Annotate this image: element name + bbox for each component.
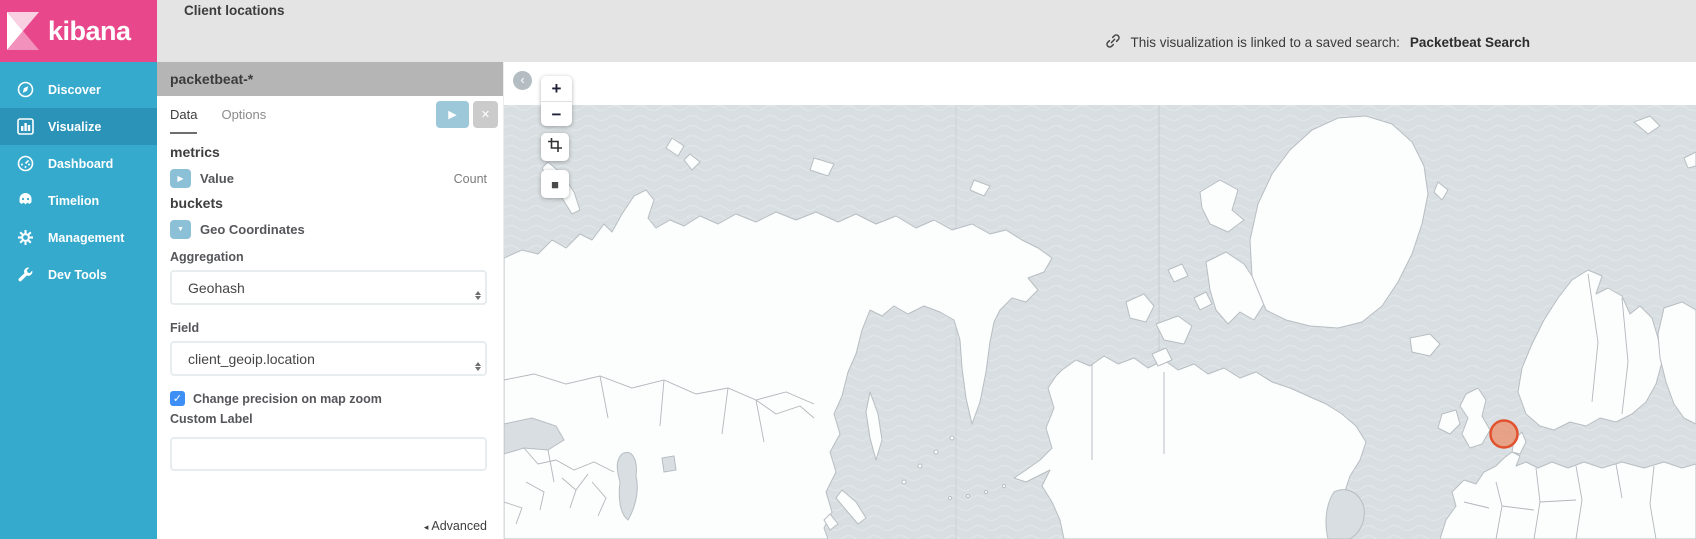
tab-data[interactable]: Data	[170, 96, 197, 134]
field-label: Field	[170, 321, 487, 335]
link-icon	[1105, 33, 1121, 52]
zoom-in-button[interactable]: +	[541, 76, 572, 101]
custom-label-label: Custom Label	[170, 412, 487, 426]
bucket-geo-row[interactable]: ▼ Geo Coordinates	[170, 216, 487, 243]
chevron-left-icon: ‹	[520, 72, 524, 87]
panel-tabs: Data Options ▶ ✕	[157, 96, 503, 134]
aggregation-select[interactable]: Geohash	[170, 270, 487, 305]
wrench-icon	[16, 266, 34, 284]
checkbox-checked-icon[interactable]: ✓	[170, 391, 185, 406]
zoom-out-button[interactable]: −	[541, 101, 572, 126]
play-icon: ▶	[448, 108, 456, 121]
vis-config-panel: packetbeat-* Data Options ▶ ✕ metrics ▶ …	[157, 62, 504, 539]
sidebar-item-timelion[interactable]: Timelion	[0, 182, 157, 219]
sidebar-item-dashboard[interactable]: Dashboard	[0, 145, 157, 182]
field-select[interactable]: client_geoip.location	[170, 341, 487, 376]
index-pattern-bar: packetbeat-*	[157, 62, 503, 96]
advanced-toggle[interactable]: ◂ Advanced	[170, 519, 487, 533]
linked-search-name: Packetbeat Search	[1410, 35, 1530, 50]
chevron-down-icon[interactable]: ▼	[170, 220, 191, 239]
discard-changes-button[interactable]: ✕	[473, 101, 498, 128]
zoom-control: + −	[541, 76, 572, 126]
metric-label: Value	[200, 171, 234, 186]
apply-changes-button[interactable]: ▶	[436, 101, 469, 128]
nav-list: Discover Visualize Dashboard Timelion Ma	[0, 62, 157, 293]
collapse-panel-button[interactable]: ‹	[513, 71, 532, 90]
kibana-logo-mark	[0, 0, 46, 62]
sidebar-item-label: Dev Tools	[48, 268, 107, 282]
precision-checkbox-row[interactable]: ✓ Change precision on map zoom	[170, 391, 487, 406]
kibana-logo[interactable]: kibana	[0, 0, 157, 62]
timelion-icon	[16, 192, 34, 210]
bar-chart-icon	[16, 118, 34, 136]
linked-search-notice: This visualization is linked to a saved …	[1105, 33, 1530, 52]
gear-icon	[16, 229, 34, 247]
field-select-value: client_geoip.location	[188, 351, 315, 367]
sidebar-item-dev-tools[interactable]: Dev Tools	[0, 256, 157, 293]
linked-search-text: This visualization is linked to a saved …	[1131, 35, 1400, 50]
dashboard-icon	[16, 155, 34, 173]
sidebar-item-label: Visualize	[48, 120, 101, 134]
advanced-label: Advanced	[431, 519, 487, 533]
metric-value-row[interactable]: ▶ Value Count	[170, 165, 487, 192]
sidebar-item-label: Management	[48, 231, 124, 245]
square-icon: ■	[551, 178, 559, 191]
world-map-canvas[interactable]	[504, 62, 1696, 539]
sidebar-item-discover[interactable]: Discover	[0, 71, 157, 108]
chevron-right-icon[interactable]: ▶	[170, 169, 191, 188]
sidebar-item-management[interactable]: Management	[0, 219, 157, 256]
sidebar-item-label: Discover	[48, 83, 101, 97]
aggregation-label: Aggregation	[170, 250, 487, 264]
page-title: Client locations	[184, 3, 285, 18]
bucket-label: Geo Coordinates	[200, 222, 305, 237]
select-stepper-icon	[474, 362, 482, 371]
geohash-marker[interactable]	[1491, 421, 1518, 448]
triangle-left-icon: ◂	[424, 522, 429, 533]
kibana-logo-text: kibana	[48, 16, 131, 47]
metric-agg-type: Count	[454, 172, 487, 186]
fit-data-bounds-button[interactable]	[541, 133, 569, 161]
tab-options[interactable]: Options	[221, 96, 266, 134]
custom-label-input[interactable]	[170, 437, 487, 471]
metrics-heading: metrics	[170, 144, 487, 160]
crop-icon	[548, 138, 562, 157]
sidebar-item-label: Dashboard	[48, 157, 113, 171]
select-stepper-icon	[474, 291, 482, 300]
aggregation-select-value: Geohash	[188, 280, 245, 296]
sidebar-item-label: Timelion	[48, 194, 99, 208]
draw-rectangle-button[interactable]: ■	[541, 170, 569, 198]
top-header: Client locations This visualization is l…	[157, 0, 1696, 62]
panel-body: metrics ▶ Value Count buckets ▼ Geo Coor…	[157, 134, 503, 533]
tile-map[interactable]: ‹ + − ■	[504, 62, 1696, 539]
left-nav: kibana Discover Visualize Dashboard Tim	[0, 0, 157, 539]
precision-checkbox-label: Change precision on map zoom	[193, 392, 382, 406]
buckets-heading: buckets	[170, 195, 487, 211]
sidebar-item-visualize[interactable]: Visualize	[0, 108, 157, 145]
close-icon: ✕	[481, 108, 490, 121]
compass-icon	[16, 81, 34, 99]
